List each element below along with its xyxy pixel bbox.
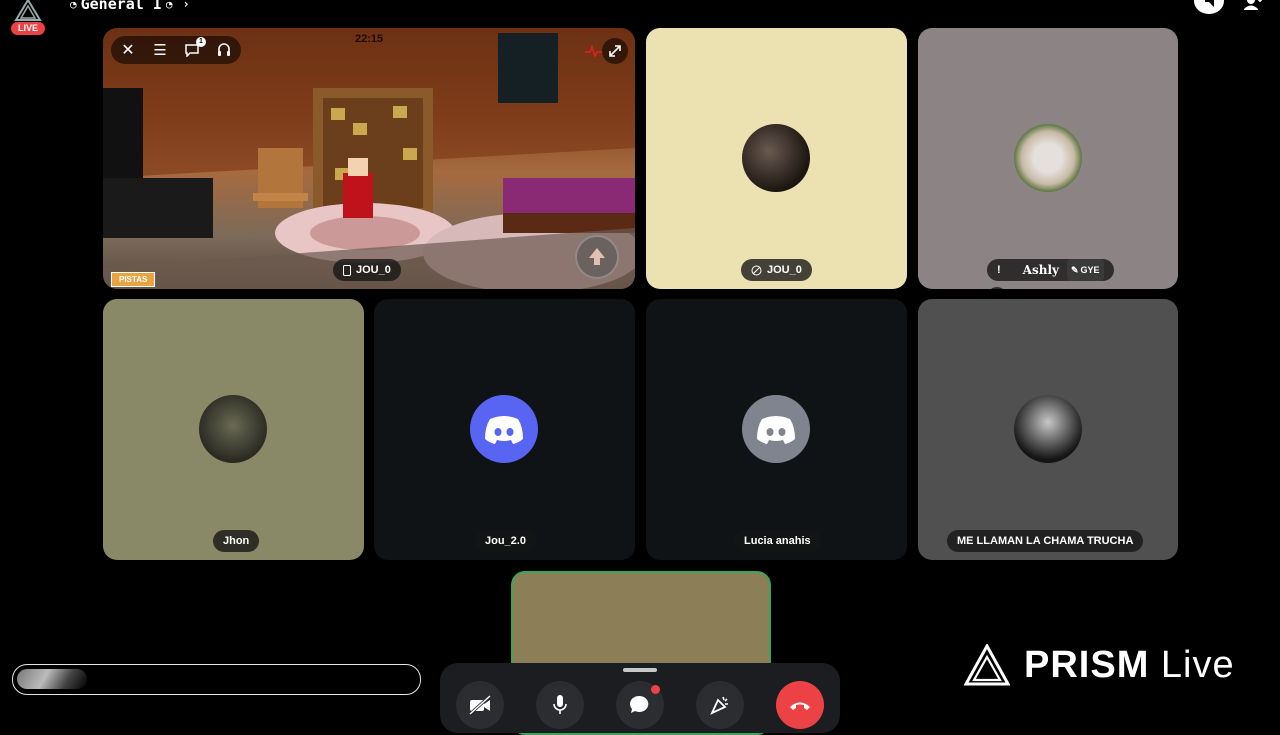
chat-count-badge: 1 <box>196 37 206 47</box>
notification-dot <box>651 685 660 694</box>
avatar <box>1014 124 1082 192</box>
guild-tag: ✎ GYE <box>1067 259 1104 281</box>
stream-user-name: JOU_0 <box>356 264 391 276</box>
avatar <box>1014 395 1082 463</box>
chat-icon[interactable]: 1 <box>181 37 206 61</box>
phone-icon <box>343 264 351 276</box>
pen-icon: ✎ <box>1071 265 1079 275</box>
stream-user-label: JOU_0 <box>333 259 401 281</box>
voice-icon: ◔ <box>70 0 77 11</box>
voice-icon-2: ◔ <box>165 0 173 11</box>
participant-tile-jou20[interactable]: Jou_2.0 <box>374 299 635 560</box>
stream-tile[interactable]: ✕ ☰ 1 22:15 PISTAS JOU_0 <box>103 28 635 289</box>
activity-icon <box>710 696 728 715</box>
participant-label-ashly: ! Ashly ✎ GYE <box>987 259 1114 281</box>
participant-label: JOU_0 <box>741 259 812 281</box>
discord-icon <box>485 416 523 444</box>
camera-toggle-button[interactable] <box>456 681 504 729</box>
add-user-icon <box>1244 0 1262 10</box>
brand-light: Live <box>1160 643 1235 686</box>
participant-label <box>987 287 1007 289</box>
prism-live-watermark: PRISM Live <box>964 642 1235 688</box>
brand-bold: PRISM <box>1024 643 1150 686</box>
progress-bar <box>12 664 421 695</box>
avatar <box>742 395 810 463</box>
prism-logo-badge: LIVE <box>10 0 46 36</box>
stream-game-scene <box>103 28 635 289</box>
live-badge: LIVE <box>11 22 45 35</box>
participant-tile-chama[interactable]: ME LLAMAN LA CHAMA TRUCHA <box>918 299 1178 560</box>
stream-off-icon <box>751 265 762 275</box>
pistas-button[interactable]: PISTAS <box>111 272 156 287</box>
participant-name: Lucia anahis <box>744 535 811 547</box>
participant-name: JOU_0 <box>767 264 802 276</box>
chat-button[interactable] <box>616 681 664 729</box>
camera-off-icon <box>468 695 492 715</box>
participant-tile-lucia[interactable]: Lucia anahis <box>646 299 907 560</box>
participant-name: ME LLAMAN LA CHAMA TRUCHA <box>957 535 1134 547</box>
expand-icon <box>609 45 621 57</box>
prism-logo-icon <box>964 644 1010 686</box>
stream-timer: 22:15 <box>355 33 384 45</box>
participant-tile-jhon[interactable]: Jhon <box>103 299 364 560</box>
participant-name: Jou_2.0 <box>485 535 526 547</box>
channel-header[interactable]: ◔ General I ◔ › <box>70 0 190 14</box>
add-user-button[interactable] <box>1243 0 1263 14</box>
participant-label: Lucia anahis <box>734 530 821 552</box>
prism-small-icon <box>14 0 42 21</box>
discord-icon <box>757 416 795 444</box>
jump-button[interactable] <box>575 235 619 279</box>
close-icon[interactable]: ✕ <box>117 39 139 61</box>
participant-name: Ashly <box>1022 263 1059 277</box>
participant-tile-jou0[interactable]: JOU_0 <box>646 28 907 289</box>
expand-button[interactable] <box>602 38 628 64</box>
speaker-button[interactable] <box>1194 0 1224 14</box>
call-controls <box>440 663 840 733</box>
microphone-icon <box>553 695 567 714</box>
hang-up-button[interactable] <box>776 681 824 729</box>
participant-label: Jhon <box>213 530 260 552</box>
microphone-button[interactable] <box>536 681 584 729</box>
ashly-prefix: ! <box>997 264 1001 276</box>
chat-icon <box>629 695 649 713</box>
avatar <box>199 395 267 463</box>
participant-label: Jou_2.0 <box>475 530 536 552</box>
channel-title: General I <box>80 0 162 13</box>
participant-name: Jhon <box>223 535 250 547</box>
hang-up-icon <box>790 702 810 710</box>
menu-icon[interactable]: ☰ <box>149 39 171 61</box>
activity-button[interactable] <box>696 681 744 729</box>
jump-icon <box>589 248 605 265</box>
heartbeat-icon <box>585 44 603 62</box>
avatar <box>470 395 538 463</box>
stream-toolbar: ✕ ☰ 1 <box>111 36 241 64</box>
avatar <box>742 124 810 192</box>
speaker-icon <box>1205 0 1214 7</box>
participant-tile-ashly[interactable] <box>918 28 1178 289</box>
drag-handle[interactable] <box>623 668 657 672</box>
brand-text: PRISM Live <box>1024 644 1235 687</box>
participant-label: ME LLAMAN LA CHAMA TRUCHA <box>947 530 1144 552</box>
chevron-right-icon: › <box>182 0 190 11</box>
headset-icon[interactable] <box>213 39 235 61</box>
progress-fill <box>17 669 87 689</box>
